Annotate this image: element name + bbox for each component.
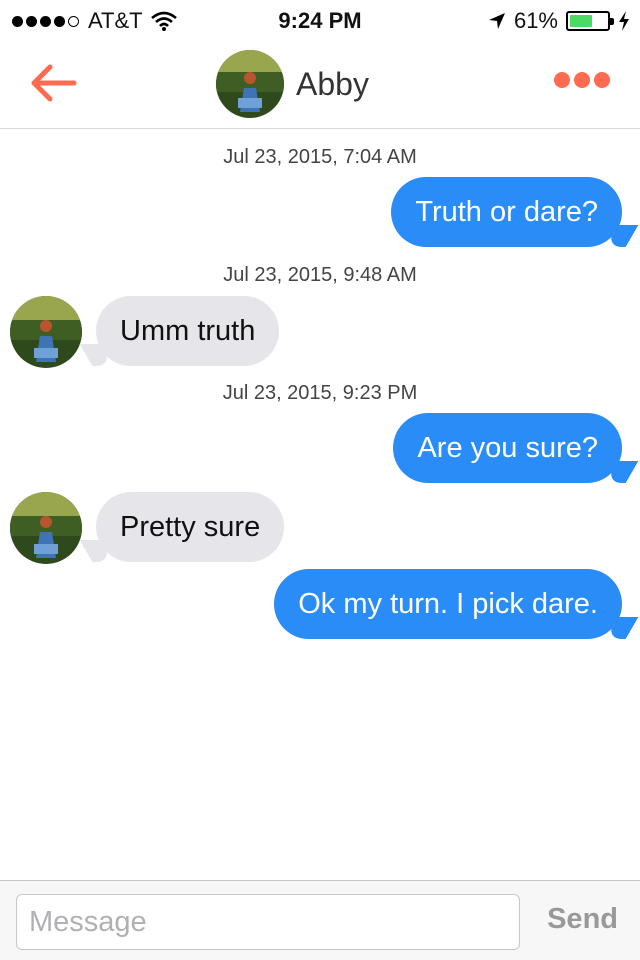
more-dot <box>554 72 570 88</box>
message-list[interactable]: Jul 23, 2015, 7:04 AM Truth or dare? Jul… <box>0 130 640 880</box>
battery-nub <box>610 18 614 25</box>
charging-bolt-icon <box>619 11 629 31</box>
battery-percent: 61% <box>513 8 558 33</box>
timestamp: Jul 23, 2015, 9:23 PM <box>222 382 418 404</box>
location-arrow-icon <box>488 13 505 29</box>
contact-name: Abby <box>296 65 369 102</box>
incoming-message[interactable]: Umm truth <box>96 296 280 366</box>
timestamp: Jul 23, 2015, 9:48 AM <box>223 264 417 286</box>
contact-header[interactable]: Abby <box>216 50 369 118</box>
avatar <box>216 50 284 118</box>
outgoing-message[interactable]: Are you sure? <box>393 413 622 483</box>
arrow-left-icon <box>31 64 77 102</box>
back-button[interactable] <box>26 58 82 108</box>
battery-fill <box>570 15 592 27</box>
incoming-message[interactable]: Pretty sure <box>96 492 285 562</box>
status-bar: AT&T 9:24 PM 61% <box>0 0 640 40</box>
outgoing-message[interactable]: Truth or dare? <box>391 177 622 247</box>
timestamp: Jul 23, 2015, 7:04 AM <box>223 146 417 168</box>
avatar[interactable] <box>10 492 82 564</box>
more-dots-icon[interactable] <box>550 72 610 88</box>
avatar[interactable] <box>10 296 82 368</box>
status-right: 61% <box>488 8 630 34</box>
outgoing-message[interactable]: Ok my turn. I pick dare. <box>274 569 622 639</box>
message-composer: Send <box>0 880 640 960</box>
send-button[interactable]: Send <box>547 903 618 936</box>
nav-bar: Abby <box>0 40 640 129</box>
message-input[interactable] <box>16 894 520 950</box>
battery-icon <box>566 11 614 31</box>
more-dot <box>594 72 610 88</box>
more-dot <box>574 72 590 88</box>
